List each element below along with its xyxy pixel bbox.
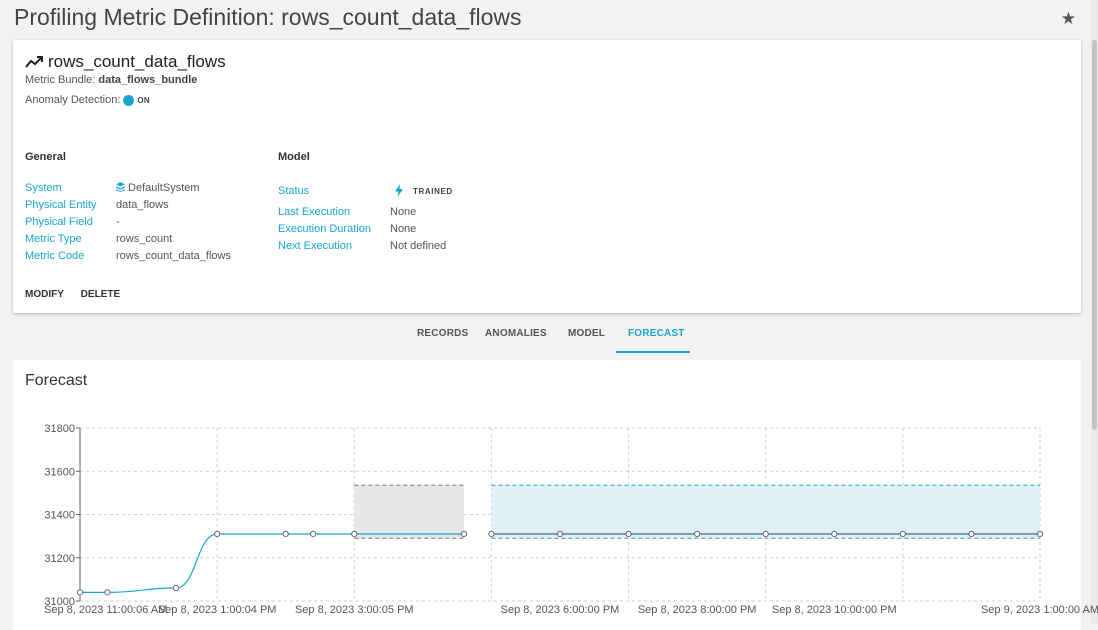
x-tick-label: Sep 8, 2023 10:00:00 PM [772,604,897,616]
model-labels: Last Execution Execution Duration Next E… [278,204,371,255]
data-point [460,530,468,538]
model-label-last-execution: Last Execution [278,206,351,218]
data-point [694,530,701,538]
star-icon[interactable]: ★ [1061,9,1076,29]
model-status-label: Status [278,183,309,200]
general-value-physical-field: - [116,216,120,228]
metric-bundle: Metric Bundle: data_flows_bundle [25,74,197,86]
general-value-physical-entity: data_flows [116,199,169,211]
data-point [556,530,564,538]
metric-card: rows_count_data_flows Metric Bundle: dat… [13,40,1081,313]
anomaly-toggle-icon[interactable] [123,94,135,106]
series-line-actual [80,533,464,593]
delete-button[interactable]: DELETE [81,289,120,300]
metric-actions: MODIFY DELETE [25,289,134,300]
data-point [310,530,317,538]
anomaly-state: ON [137,95,150,105]
data-point [172,584,180,592]
y-tick-label: 31200 [44,553,75,565]
forecast-chart: 3100031200314003160031800Sep 8, 2023 11:… [44,423,1098,616]
forecast-band [491,485,1040,539]
data-point [762,530,769,538]
tab-bar: RECORDS ANOMALIES MODEL FORECAST [0,322,1098,354]
general-section-title: General [25,151,66,163]
tab-records[interactable]: RECORDS [417,328,468,339]
model-value-last-execution: None [390,206,417,218]
x-tick-label: Sep 8, 2023 8:00:00 PM [638,604,757,616]
general-label-physical-entity[interactable]: Physical Entity [25,197,97,214]
model-values: None None Not defined [390,204,446,255]
system-value: DefaultSystem [128,182,200,194]
y-tick-label: 31800 [44,423,75,435]
data-point [968,530,975,538]
data-point [899,530,906,538]
general-values: DefaultSystem data_flows - rows_count ro… [116,180,231,265]
metric-name: rows_count_data_flows [48,52,226,71]
data-point [282,530,289,538]
data-point [831,530,838,538]
model-status-value: TRAINED [413,183,453,200]
y-tick-label: 31600 [44,466,75,478]
data-point [488,530,495,538]
general-value-metric-type: rows_count [116,233,173,245]
tab-model[interactable]: MODEL [568,328,605,339]
database-icon [116,182,125,192]
x-tick-label: Sep 9, 2023 1:00:00 AM [981,604,1098,616]
general-label-physical-field[interactable]: Physical Field [25,214,97,231]
general-labels: System Physical Entity Physical Field Me… [25,180,97,265]
anomaly-detection: Anomaly Detection: ON [25,94,150,106]
tab-forecast[interactable]: FORECAST [628,328,685,339]
model-label-execution-duration: Execution Duration [278,223,371,235]
x-tick-label: Sep 8, 2023 6:00:00 PM [501,604,620,616]
model-value-next-execution: Not defined [390,240,447,252]
model-value-execution-duration: None [390,223,417,235]
general-value-system: DefaultSystem [116,180,231,197]
anomaly-detection-label: Anomaly Detection: [25,94,121,106]
tab-anomalies[interactable]: ANOMALIES [485,328,547,339]
data-point [351,530,358,538]
model-label-status: Status [278,185,310,197]
metric-bundle-value: data_flows_bundle [98,74,198,86]
x-tick-label: Sep 8, 2023 11:00:06 AM [44,604,167,616]
general-label-system[interactable]: System [25,180,97,197]
active-tab-indicator [616,351,690,353]
model-label-next-execution: Next Execution [278,240,352,252]
metric-header: rows_count_data_flows [25,52,226,72]
history-band [354,485,464,539]
model-section-title: Model [278,151,310,163]
data-point [214,530,221,538]
modify-button[interactable]: MODIFY [25,289,64,300]
page-title: Profiling Metric Definition: rows_count_… [14,4,522,30]
data-point [1036,530,1044,538]
trending-icon [25,56,43,68]
metric-bundle-label: Metric Bundle: [25,74,96,86]
data-point [76,589,84,596]
data-point [625,530,632,538]
bolt-icon [395,184,403,197]
x-tick-label: Sep 8, 2023 3:00:05 PM [295,604,414,616]
general-value-metric-code: rows_count_data_flows [116,250,231,262]
data-point [104,589,111,596]
y-tick-label: 31400 [44,510,75,522]
general-label-metric-type[interactable]: Metric Type [25,231,97,248]
x-tick-label: Sep 8, 2023 1:00:04 PM [158,604,277,616]
general-label-metric-code[interactable]: Metric Code [25,248,97,265]
model-value-status: TRAINED [413,187,453,196]
